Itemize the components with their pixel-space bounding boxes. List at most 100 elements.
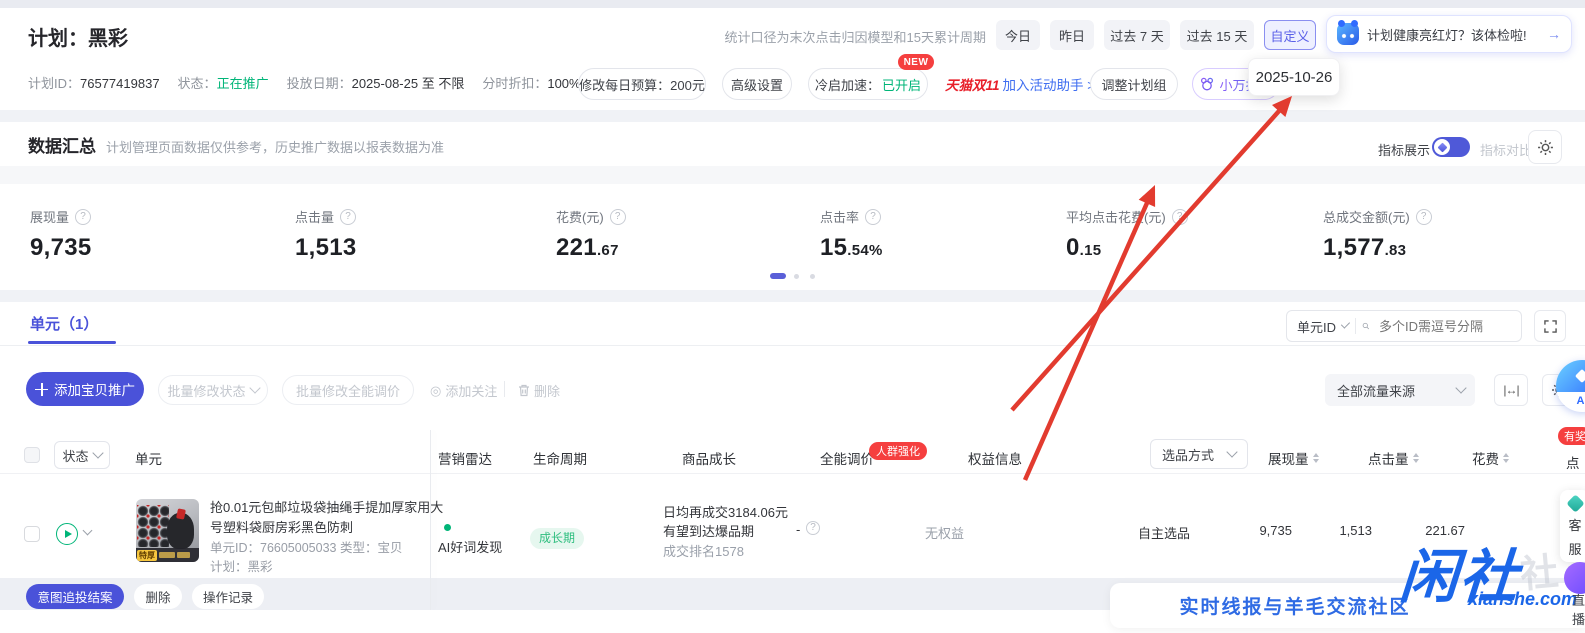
add-item-button[interactable]: 添加宝贝推广 (26, 372, 144, 406)
budget-button[interactable]: 修改每日预算：200元 (578, 68, 706, 100)
adjust-plan-group-button[interactable]: 调整计划组 (1090, 68, 1178, 100)
summary-settings-button[interactable] (1528, 130, 1562, 164)
metric-cpc: 平均点击花费(元)? 0.15 (1066, 207, 1188, 262)
radar-value[interactable]: AI好词发现 (438, 537, 502, 556)
header-checkbox[interactable] (24, 447, 40, 463)
operation-log-button[interactable]: 操作记录 (192, 584, 264, 609)
help-icon[interactable]: ? (609, 208, 626, 225)
mascot-icon (1337, 20, 1359, 45)
metric-compare-label[interactable]: 指标对比 (1480, 140, 1532, 159)
play-status-button[interactable] (56, 523, 78, 545)
selection-method-filter[interactable]: 选品方式 (1150, 439, 1248, 469)
page-title: 计划：黑彩 (28, 28, 128, 50)
unit-plan-meta: 计划：黑彩 (210, 560, 273, 574)
growth-line2: 有望到达爆品期 (663, 524, 755, 539)
tmall-action: 加入活动助手 > (1002, 78, 1096, 93)
column-width-button[interactable]: |↔| (1494, 374, 1528, 406)
carousel-dot[interactable] (810, 274, 815, 279)
help-icon[interactable]: ? (340, 208, 357, 225)
gear-icon (1537, 139, 1553, 155)
top-strip (0, 0, 1585, 8)
metric-clicks: 点击量? 1,513 (295, 208, 357, 261)
date-filter-7d[interactable]: 过去 7 天 (1104, 20, 1170, 50)
col-rights: 权益信息 (968, 452, 1022, 467)
advanced-settings-button[interactable]: 高级设置 (722, 68, 792, 100)
col-clicks-sortable[interactable]: 点击量 (1368, 448, 1419, 468)
fullscreen-icon (1543, 319, 1557, 333)
help-icon[interactable]: ? (865, 208, 882, 225)
plan-schedule: 投放日期：2025-08-25 至 不限 (286, 76, 465, 91)
summary-subtitle: 计划管理页面数据仅供参考，历史推广数据以报表数据为准 (106, 140, 445, 155)
product-title[interactable]: 抢0.01元包邮垃圾袋抽绳手提加厚家用大号塑料袋厨房彩黑色防刺 (210, 498, 444, 538)
metric-cost: 花费(元)? 221.67 (556, 207, 626, 262)
badge-deco (177, 552, 190, 558)
summary-title: 数据汇总 (28, 137, 96, 156)
search-icon (1363, 322, 1370, 330)
metric-display-label: 指标展示 (1378, 143, 1431, 158)
mouse-icon (1201, 77, 1214, 91)
status-filter[interactable]: 状态 (54, 441, 110, 469)
traffic-source-select[interactable]: 全部流量来源 (1325, 374, 1475, 406)
floating-live-char[interactable]: 播 (1572, 609, 1585, 628)
image-badge-strip: 特厚 (136, 548, 199, 562)
col-smart-price: 全能调价 (820, 452, 874, 467)
image-badge: 特厚 (137, 549, 157, 561)
batch-status-button[interactable]: 批量修改状态 (158, 375, 268, 405)
batch-smart-price-button[interactable]: 批量修改全能调价 (282, 375, 414, 405)
watermark-slogan: 实时线报与羊毛交流社区 (1179, 597, 1411, 618)
unit-search-group: 单元ID (1286, 310, 1522, 342)
help-icon[interactable]: ? (75, 208, 92, 225)
radar-dot (444, 524, 451, 531)
footer-delete-button[interactable]: 删除 (134, 584, 182, 609)
expand-button[interactable] (1534, 310, 1566, 342)
summary-band (0, 166, 1585, 184)
sparkle-icon (1574, 368, 1585, 384)
service-panel-char: 服 (1568, 542, 1582, 557)
metric-display-toggle[interactable] (1432, 137, 1470, 157)
plus-icon (35, 382, 48, 396)
date-filter-custom[interactable]: 自定义 (1264, 20, 1316, 50)
help-icon[interactable]: ? (806, 521, 820, 535)
impressions-value: 9,735 (1259, 523, 1292, 538)
clicks-value: 1,513 (1339, 523, 1372, 538)
coldstart-button[interactable]: 冷启加速： 已开启 (808, 68, 928, 100)
search-input[interactable] (1377, 317, 1511, 335)
toggle-knob (1434, 139, 1450, 155)
col-radar: 营销雷达 (438, 452, 492, 467)
edge-partial-column: 点 (1566, 456, 1580, 471)
intent-retarget-button[interactable]: 意图追投结案 (26, 584, 124, 609)
divider (1354, 318, 1356, 334)
section-gap (0, 290, 1585, 302)
selection-value: 自主选品 (1138, 526, 1191, 541)
arrow-right-icon[interactable]: → (1547, 26, 1561, 42)
search-type-select[interactable]: 单元ID (1297, 317, 1336, 336)
delete-button[interactable]: 删除 (518, 381, 560, 400)
unit-meta: 单元ID：76605005033 类型：宝贝 (210, 541, 403, 555)
carousel-dot[interactable] (794, 274, 799, 279)
chevron-down-icon (248, 382, 261, 394)
date-filter-15d[interactable]: 过去 15 天 (1180, 20, 1254, 50)
plan-discount: 分时折扣：100% (482, 76, 581, 91)
growth-line3: 成交排名1578 (663, 544, 744, 559)
service-panel[interactable]: 客 服 (1560, 490, 1585, 562)
date-filter-yesterday[interactable]: 昨日 (1050, 20, 1094, 50)
date-filter-today[interactable]: 今日 (996, 20, 1040, 50)
help-icon[interactable]: ? (1415, 208, 1432, 225)
help-icon[interactable]: ? (1171, 208, 1188, 225)
col-lifecycle: 生命周期 (533, 452, 587, 467)
tmall-activity-link[interactable]: 天猫双11 加入活动助手 > (945, 74, 1095, 94)
col-impressions-sortable[interactable]: 展现量 (1268, 448, 1319, 468)
carousel-dot-active[interactable] (770, 273, 786, 279)
product-image[interactable]: 特厚 (136, 499, 199, 562)
reward-badge[interactable]: 有奖 (1558, 427, 1585, 445)
tab-underline (28, 341, 116, 344)
add-watch-button[interactable]: ◎ 添加关注 (430, 381, 497, 400)
col-cost-sortable[interactable]: 花费 (1472, 448, 1509, 468)
tab-units[interactable]: 单元（1） (30, 313, 98, 334)
new-badge: NEW (898, 54, 934, 70)
watermark-domain: xianshe.com (1468, 589, 1578, 609)
row-checkbox[interactable] (24, 526, 40, 542)
smart-price-value: - (796, 522, 801, 537)
tab-divider (0, 345, 1585, 346)
health-check-pill[interactable]: 计划健康亮红灯？该体检啦! → (1326, 15, 1572, 53)
